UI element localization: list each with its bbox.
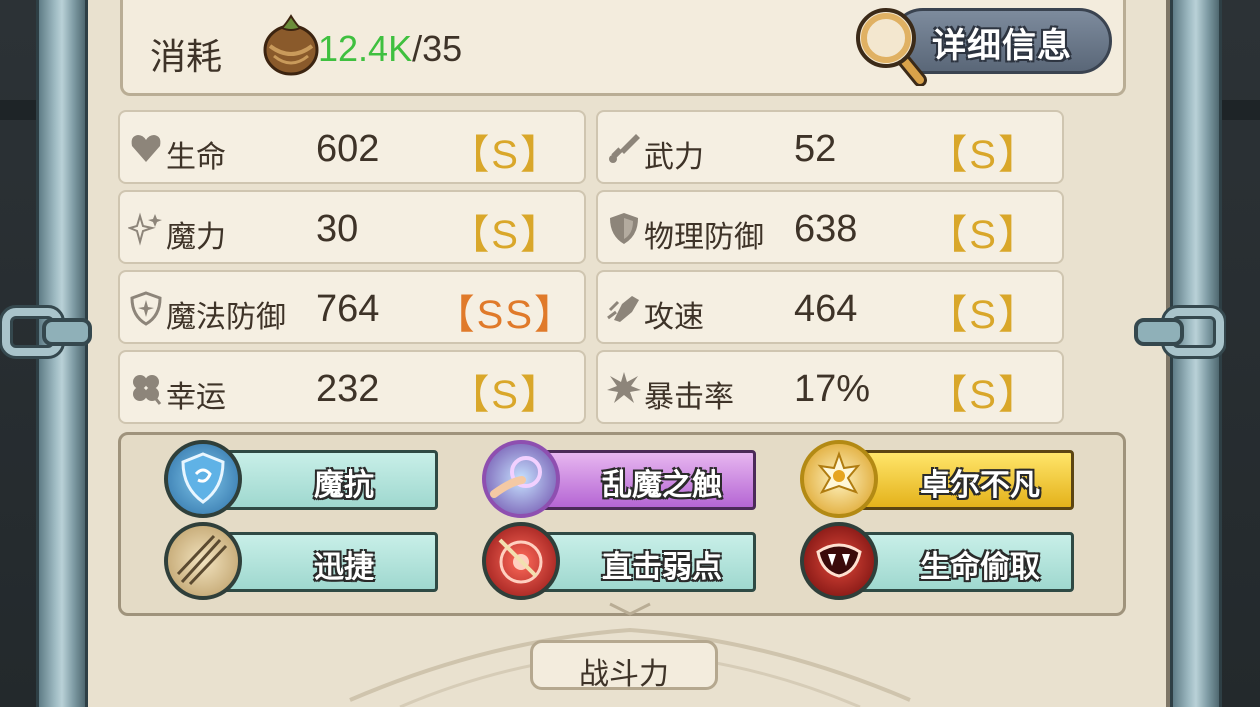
clover-icon bbox=[133, 375, 162, 405]
stat-name: 物理防御 bbox=[644, 220, 764, 255]
stat-value: 30 bbox=[316, 208, 359, 250]
cost-separator: / bbox=[412, 28, 423, 69]
magic-touch-skill-icon bbox=[482, 440, 560, 518]
detail-info-label: 详细信息 bbox=[932, 26, 1072, 66]
target-skill-icon bbox=[482, 522, 560, 600]
stat-grade: 【S】 bbox=[927, 293, 1040, 337]
fist-icon bbox=[607, 296, 639, 322]
skill-label: 迅捷 bbox=[314, 550, 374, 585]
arrows-skill-icon bbox=[164, 522, 242, 600]
detail-info-button[interactable]: 详细信息 bbox=[850, 2, 1116, 86]
skill-chaos-touch[interactable]: 乱魔之触 bbox=[482, 440, 758, 518]
stat-value: 464 bbox=[794, 288, 858, 330]
stat-pdef: 物理防御 638 【S】 bbox=[596, 190, 1064, 264]
blue-shield-skill-icon bbox=[164, 440, 242, 518]
stat-grade: 【SS】 bbox=[434, 293, 576, 337]
stat-name: 暴击率 bbox=[644, 380, 734, 415]
stat-grade: 【S】 bbox=[449, 133, 562, 177]
stat-atk: 武力 52 【S】 bbox=[596, 110, 1064, 184]
fang-skill-icon bbox=[800, 522, 878, 600]
sparkle-icon bbox=[128, 212, 162, 246]
stat-name: 魔力 bbox=[166, 220, 226, 255]
stat-name: 攻速 bbox=[644, 300, 704, 335]
stat-name: 魔法防御 bbox=[166, 300, 286, 335]
heart-icon bbox=[131, 135, 161, 162]
stat-value: 232 bbox=[316, 368, 380, 410]
stat-grade: 【S】 bbox=[449, 373, 562, 417]
sword-icon bbox=[609, 134, 640, 163]
stat-name: 武力 bbox=[644, 140, 704, 175]
skill-magic-resist[interactable]: 魔抗 bbox=[164, 440, 440, 518]
skill-label: 乱魔之触 bbox=[602, 468, 722, 503]
skill-outstanding[interactable]: 卓尔不凡 bbox=[800, 440, 1076, 518]
burst-icon bbox=[607, 372, 641, 403]
skill-label: 魔抗 bbox=[314, 468, 374, 503]
stat-spd: 攻速 464 【S】 bbox=[596, 270, 1064, 344]
cost-value: 12.4K/35 bbox=[318, 28, 462, 70]
combat-power-label: 战斗力 bbox=[579, 657, 669, 692]
stat-value: 52 bbox=[794, 128, 837, 170]
stat-hp: 生命 602 【S】 bbox=[118, 110, 586, 184]
cost-current: 12.4K bbox=[318, 28, 413, 69]
magic-shield-icon bbox=[130, 291, 162, 326]
cost-label: 消耗 bbox=[150, 37, 223, 78]
stat-value: 602 bbox=[316, 128, 380, 170]
magnifier-icon bbox=[856, 8, 927, 86]
stat-mag: 魔力 30 【S】 bbox=[118, 190, 586, 264]
stat-grade: 【S】 bbox=[927, 133, 1040, 177]
chain-left-icon bbox=[0, 305, 92, 359]
stat-value: 638 bbox=[794, 208, 858, 250]
skill-label: 生命偷取 bbox=[920, 550, 1040, 585]
stat-value: 17% bbox=[794, 368, 871, 410]
skill-weak-point[interactable]: 直击弱点 bbox=[482, 522, 758, 600]
chain-right-icon bbox=[1134, 305, 1226, 359]
stat-luck: 幸运 232 【S】 bbox=[118, 350, 586, 424]
shield-icon bbox=[610, 213, 638, 244]
stat-name: 生命 bbox=[166, 140, 226, 175]
skill-label: 直击弱点 bbox=[602, 550, 722, 585]
stat-name: 幸运 bbox=[166, 380, 226, 415]
skill-agility[interactable]: 迅捷 bbox=[164, 522, 440, 600]
stat-grade: 【S】 bbox=[927, 213, 1040, 257]
stat-grade: 【S】 bbox=[927, 373, 1040, 417]
skill-life-steal[interactable]: 生命偷取 bbox=[800, 522, 1076, 600]
stat-mdef: 魔法防御 764 【SS】 bbox=[118, 270, 586, 344]
golden-emblem-skill-icon bbox=[800, 440, 878, 518]
cost-max: 35 bbox=[422, 28, 463, 69]
combat-power-box: 战斗力 bbox=[530, 640, 718, 692]
stat-grade: 【S】 bbox=[449, 213, 562, 257]
nut-icon bbox=[263, 14, 319, 76]
stat-value: 764 bbox=[316, 288, 380, 330]
stat-crit: 暴击率 17% 【S】 bbox=[596, 350, 1064, 424]
skill-label: 卓尔不凡 bbox=[920, 468, 1040, 503]
